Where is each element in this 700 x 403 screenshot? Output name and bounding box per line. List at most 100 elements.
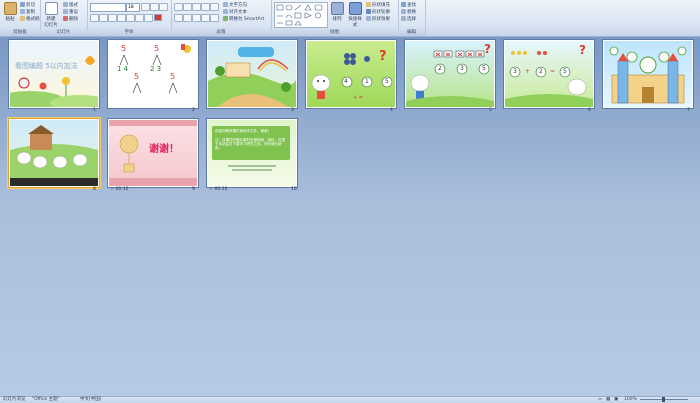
view-sorter-button[interactable]: ▦ xyxy=(606,397,610,403)
slide-thumbnail[interactable]: ? 4 1 5 + = xyxy=(306,40,396,108)
shapes-icon xyxy=(276,4,323,26)
slide-timing: ☆ 00:10 xyxy=(209,187,228,192)
strikethrough-button[interactable] xyxy=(117,14,126,22)
outline-icon xyxy=(366,9,371,14)
select-icon xyxy=(401,16,406,21)
zoom-level[interactable]: 100% xyxy=(624,397,637,403)
shadow-button[interactable] xyxy=(126,14,135,22)
slide-4-n3: 5 xyxy=(385,78,389,85)
shape-effects-button[interactable]: 形状效果 xyxy=(366,16,390,22)
line-spacing-button[interactable] xyxy=(210,3,219,11)
format-painter-button[interactable]: 格式刷 xyxy=(20,16,40,22)
slide-number: 5 xyxy=(489,108,492,113)
slide-6-n3: 5 xyxy=(563,68,567,75)
bold-button[interactable] xyxy=(90,14,99,22)
shape-outline-button[interactable]: 形状轮廓 xyxy=(366,9,390,15)
italic-button[interactable] xyxy=(99,14,108,22)
underline-button[interactable] xyxy=(108,14,117,22)
slide-thumbnail[interactable] xyxy=(9,119,99,187)
zoom-thumb[interactable] xyxy=(662,397,665,402)
scissors-icon xyxy=(20,2,25,7)
smartart-icon xyxy=(223,16,228,21)
slide-thumbnail[interactable]: ? 2 3 5 xyxy=(405,40,495,108)
font-size-field[interactable]: 18 xyxy=(126,3,140,12)
slides-group: 新建 幻灯片 版式 重设 删除 幻灯片 xyxy=(40,0,88,36)
cut-button[interactable]: 剪切 xyxy=(20,2,35,8)
thanks-text: 谢谢！ xyxy=(149,144,179,155)
slide-thumbnail[interactable] xyxy=(603,40,693,108)
reset-button[interactable]: 重设 xyxy=(63,9,78,15)
arrange-button[interactable]: 排列 xyxy=(329,2,345,22)
shape-fill-button[interactable]: 形状填充 xyxy=(366,2,390,8)
increase-indent-button[interactable] xyxy=(201,3,210,11)
slide-1-art xyxy=(10,56,98,107)
slide-sorter: 看图编题 5以内加法 1 5 5 1 4 2 3 5 5 2 3 ? 4 1 5… xyxy=(0,36,700,366)
slide-4-n1: 4 xyxy=(344,78,348,85)
text-direction-icon xyxy=(223,2,228,7)
effects-icon xyxy=(366,16,371,21)
smartart-button[interactable]: 转换为 SmartArt xyxy=(223,16,264,22)
grow-font-button[interactable] xyxy=(141,3,150,11)
view-slideshow-button[interactable]: ▣ xyxy=(614,397,618,403)
layout-button[interactable]: 版式 xyxy=(63,2,78,8)
font-color-button[interactable] xyxy=(154,14,162,21)
slide-number: 7 xyxy=(687,108,690,113)
change-case-button[interactable] xyxy=(144,14,153,22)
slide-number: 1 xyxy=(93,108,96,113)
slide-thumbnail[interactable]: 欢迎你教师课件使用本文件，谢谢！ 注：该课件的图片素材来源网络，版权，仅限于本站… xyxy=(207,119,297,187)
slide-thumbnail[interactable] xyxy=(207,40,297,108)
quick-styles-button[interactable]: 快速样式 xyxy=(347,2,363,28)
slide-number: 2 xyxy=(192,108,195,113)
fill-icon xyxy=(366,2,371,7)
bullets-button[interactable] xyxy=(174,3,183,11)
delete-slide-button[interactable]: 删除 xyxy=(63,16,78,22)
justify-button[interactable] xyxy=(201,14,210,22)
replace-icon xyxy=(401,9,406,14)
paste-icon xyxy=(3,2,17,15)
columns-button[interactable] xyxy=(210,14,219,22)
slide-7-art xyxy=(609,46,687,104)
clear-format-button[interactable] xyxy=(159,3,168,11)
new-slide-button[interactable]: 新建 幻灯片 xyxy=(43,2,59,28)
text-direction-button[interactable]: 文字方向 xyxy=(223,2,247,8)
align-text-button[interactable]: 对齐文本 xyxy=(223,9,247,15)
ribbon: 粘贴 剪切 复制 格式刷 剪贴板 新建 幻灯片 版式 重设 删除 幻灯片 18 … xyxy=(0,0,700,37)
find-button[interactable]: 查找 xyxy=(401,2,416,8)
slide-thumbnail[interactable]: 5 5 1 4 2 3 5 5 xyxy=(108,40,198,108)
delete-icon xyxy=(63,16,68,21)
replace-button[interactable]: 替换 xyxy=(401,9,416,15)
find-icon xyxy=(401,2,406,7)
slide-6-plus: + xyxy=(525,68,531,75)
align-center-button[interactable] xyxy=(183,14,192,22)
font-name-field[interactable] xyxy=(90,3,126,12)
numbering-button[interactable] xyxy=(183,3,192,11)
shrink-font-button[interactable] xyxy=(150,3,159,11)
status-bar: 幻灯片浏览 "Office 主题" 中文(中国) ▭ ▦ ▣ 100% xyxy=(0,396,700,403)
arrange-icon xyxy=(330,2,344,15)
shapes-gallery[interactable] xyxy=(274,2,328,28)
slide-thumbnail[interactable]: 看图编题 5以内加法 xyxy=(9,40,99,108)
question-mark: ? xyxy=(484,42,491,56)
slide-3-art xyxy=(208,47,296,107)
align-left-button[interactable] xyxy=(174,14,183,22)
select-button[interactable]: 选择 xyxy=(401,16,416,22)
align-right-button[interactable] xyxy=(192,14,201,22)
slide-thumbnail[interactable]: 谢谢！ xyxy=(108,119,198,187)
slide-number: 10 xyxy=(291,187,297,192)
slide-thumbnail[interactable]: ? 3 + 2 = 5 xyxy=(504,40,594,108)
slide-5-art xyxy=(406,50,494,107)
slide-5-n1: 2 xyxy=(438,65,442,72)
paste-button[interactable]: 粘贴 xyxy=(2,2,18,22)
slide-number: 3 xyxy=(291,108,294,113)
align-text-icon xyxy=(223,9,228,14)
copy-button[interactable]: 复制 xyxy=(20,9,35,15)
decrease-indent-button[interactable] xyxy=(192,3,201,11)
slide-title: 看图编题 5以内加法 xyxy=(15,62,78,70)
slide-6-eq: = xyxy=(550,68,556,75)
view-normal-button[interactable]: ▭ xyxy=(598,397,602,403)
slide-timing: ☆ 00:10 xyxy=(110,187,129,192)
slide-number: 8 xyxy=(93,187,96,192)
spacing-button[interactable] xyxy=(135,14,144,22)
brush-icon xyxy=(20,16,25,21)
slide-2-bottom-a: 1 4 xyxy=(117,65,129,73)
